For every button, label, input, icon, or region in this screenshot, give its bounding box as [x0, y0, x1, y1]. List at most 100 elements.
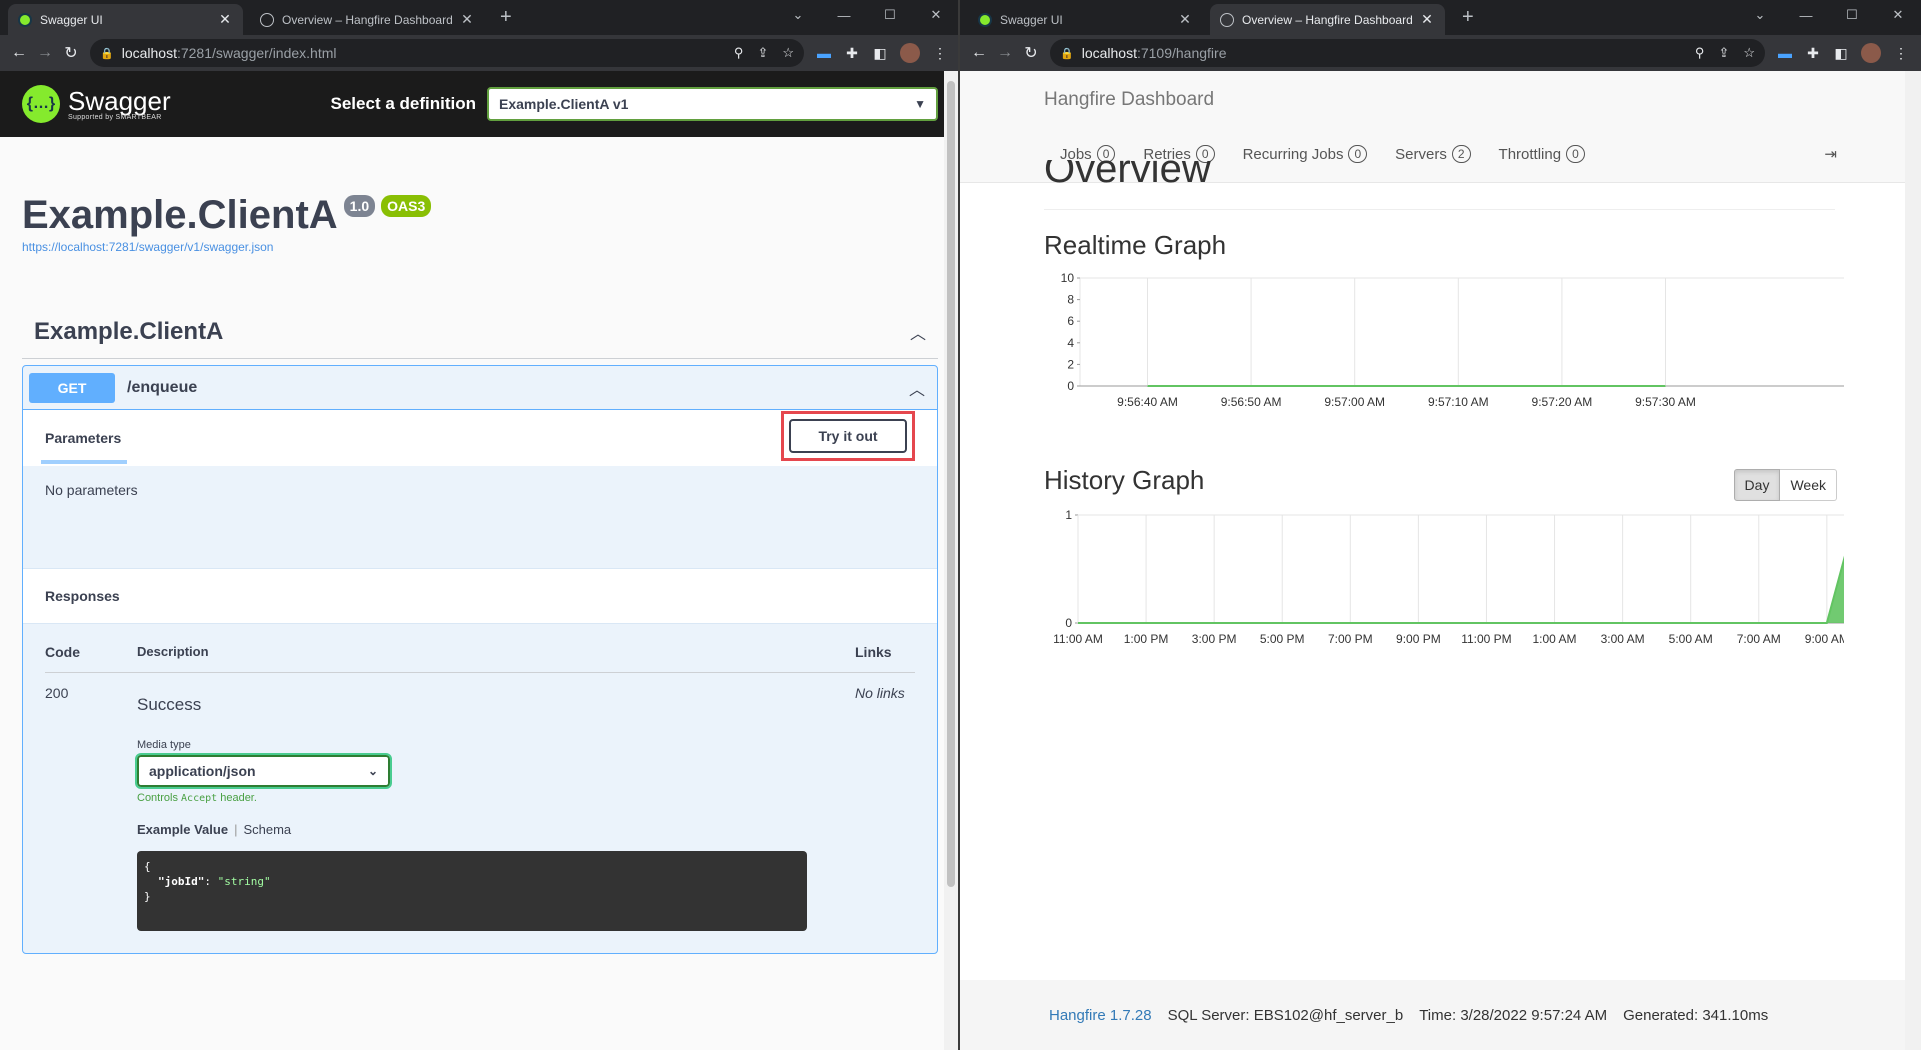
close-window-icon[interactable]: ✕	[1875, 0, 1921, 30]
sidepanel-icon[interactable]: ◧	[1827, 45, 1855, 62]
definition-select[interactable]: Example.ClientA v1 ▼	[487, 87, 938, 121]
forward-icon[interactable]: →	[32, 44, 58, 62]
day-button[interactable]: Day	[1733, 469, 1781, 501]
tab-schema[interactable]: Schema	[243, 822, 291, 837]
extension-icon[interactable]: ▬	[810, 45, 838, 61]
scrollbar[interactable]	[1905, 71, 1921, 1050]
tab-example-value[interactable]: Example Value	[137, 822, 228, 837]
chevron-up-icon[interactable]: ︿	[910, 320, 926, 344]
swagger-logo-icon[interactable]: {…}	[22, 85, 60, 123]
series-area	[1078, 559, 1844, 623]
sidepanel-icon[interactable]: ◧	[866, 45, 894, 62]
nav-servers[interactable]: Servers 2	[1395, 145, 1471, 163]
chevron-up-icon[interactable]: ︿	[909, 376, 925, 400]
logout-icon[interactable]: ⇥	[1824, 145, 1837, 163]
chevron-down-icon[interactable]: ⌄	[1737, 0, 1783, 30]
oas-badge: OAS3	[381, 195, 432, 217]
close-tab-icon[interactable]: ✕	[1419, 11, 1435, 28]
swagger-topbar: {…} Swagger Supported by SMARTBEAR Selec…	[0, 71, 960, 137]
x-tick-label: 5:00 AM	[1669, 632, 1713, 646]
x-tick-label: 1:00 AM	[1533, 632, 1577, 646]
version-badge: 1.0	[343, 195, 376, 217]
no-parameters-text: No parameters	[45, 482, 138, 498]
puzzle-icon[interactable]: ✚	[838, 45, 866, 62]
menu-kebab-icon[interactable]: ⋮	[926, 45, 954, 62]
share-icon[interactable]: ⇪	[1718, 45, 1729, 61]
address-bar[interactable]: 🔒 localhost :7281/swagger/index.html ⚲ ⇪…	[90, 39, 804, 67]
method-badge: GET	[29, 372, 115, 403]
right-browser-window: Swagger UI ✕ Overview – Hangfire Dashboa…	[960, 0, 1921, 1050]
count-badge: 2	[1451, 145, 1471, 163]
spec-json-link[interactable]: https://localhost:7281/swagger/v1/swagge…	[22, 240, 938, 254]
swagger-favicon-icon	[18, 12, 32, 27]
code-line: "jobId": "string"	[144, 874, 800, 889]
code-colon: :	[204, 875, 218, 888]
menu-kebab-icon[interactable]: ⋮	[1887, 45, 1915, 62]
tab-title: Swagger UI	[40, 12, 103, 27]
y-tick-label: 10	[1061, 271, 1075, 285]
close-tab-icon[interactable]: ✕	[217, 11, 233, 28]
x-tick-label: 9:57:00 AM	[1324, 395, 1385, 409]
y-tick-label: 4	[1067, 336, 1074, 350]
hangfire-brand[interactable]: Hangfire Dashboard	[1044, 89, 1214, 111]
tag-section-header[interactable]: Example.ClientA ︿	[22, 318, 938, 359]
window-controls: ⌄ — ☐ ✕	[1737, 0, 1921, 30]
operation-summary[interactable]: GET /enqueue ︿	[23, 366, 937, 410]
tab-parameters[interactable]: Parameters	[40, 430, 128, 464]
tab-title: Swagger UI	[1000, 12, 1063, 27]
tab-hangfire[interactable]: Overview – Hangfire Dashboard ✕	[1210, 4, 1445, 35]
avatar[interactable]	[1861, 43, 1881, 63]
zoom-icon[interactable]: ⚲	[734, 45, 744, 61]
tab-swagger-ui[interactable]: Swagger UI ✕	[8, 4, 243, 35]
nav-throttling[interactable]: Throttling 0	[1499, 145, 1585, 163]
close-window-icon[interactable]: ✕	[913, 0, 959, 30]
example-tabs: Example Value | Schema	[137, 822, 292, 837]
swagger-favicon-icon	[978, 12, 992, 27]
media-type-select[interactable]: application/json ⌄	[135, 753, 392, 789]
week-button[interactable]: Week	[1780, 469, 1837, 501]
share-icon[interactable]: ⇪	[757, 45, 768, 61]
bookmark-star-icon[interactable]: ☆	[1743, 45, 1755, 61]
window-controls: ⌄ — ☐ ✕	[775, 0, 959, 30]
new-tab-icon[interactable]: +	[500, 6, 512, 29]
extension-icon[interactable]: ▬	[1771, 45, 1799, 61]
nav-recurring-jobs[interactable]: Recurring Jobs 0	[1243, 145, 1368, 163]
zoom-icon[interactable]: ⚲	[1695, 45, 1705, 61]
bookmark-star-icon[interactable]: ☆	[782, 45, 794, 61]
generated-time: Generated: 341.10ms	[1623, 1006, 1769, 1024]
minimize-icon[interactable]: —	[1783, 0, 1829, 30]
address-bar[interactable]: 🔒 localhost :7109/hangfire ⚲ ⇪ ☆	[1050, 39, 1765, 67]
forward-icon[interactable]: →	[992, 44, 1018, 62]
tab-title: Overview – Hangfire Dashboard	[1242, 12, 1413, 27]
version-link[interactable]: Hangfire 1.7.28	[1049, 1007, 1152, 1024]
api-title-row: Example.ClientA 1.0 OAS3	[22, 193, 938, 238]
chevron-down-icon[interactable]: ⌄	[775, 0, 821, 30]
response-description: Success Media type application/json ⌄ Co…	[135, 685, 855, 931]
code-line: }	[144, 890, 151, 903]
brand-name: Swagger	[68, 85, 171, 116]
reload-icon[interactable]: ↻	[58, 43, 84, 63]
responses-table: Code Description Links 200 Success Media…	[23, 624, 937, 953]
operation-path: /enqueue	[127, 378, 198, 396]
scrollbar-thumb[interactable]	[947, 81, 955, 887]
controls-suffix: header.	[220, 792, 257, 804]
try-it-out-button[interactable]: Try it out	[789, 419, 907, 453]
responses-title: Responses	[23, 568, 937, 624]
tab-swagger-ui[interactable]: Swagger UI ✕	[968, 4, 1203, 35]
close-tab-icon[interactable]: ✕	[1177, 11, 1193, 28]
puzzle-icon[interactable]: ✚	[1799, 45, 1827, 62]
reload-icon[interactable]: ↻	[1018, 43, 1044, 63]
minimize-icon[interactable]: —	[821, 0, 867, 30]
back-icon[interactable]: ←	[966, 44, 992, 62]
x-tick-label: 9:56:50 AM	[1221, 395, 1282, 409]
maximize-icon[interactable]: ☐	[1829, 0, 1875, 30]
back-icon[interactable]: ←	[6, 44, 32, 62]
tab-hangfire[interactable]: Overview – Hangfire Dashboard ✕	[250, 4, 485, 35]
x-tick-label: 5:00 PM	[1260, 632, 1305, 646]
maximize-icon[interactable]: ☐	[867, 0, 913, 30]
y-tick-label: 6	[1067, 314, 1074, 328]
new-tab-icon[interactable]: +	[1462, 6, 1474, 29]
close-tab-icon[interactable]: ✕	[459, 11, 475, 28]
avatar[interactable]	[900, 43, 920, 63]
scrollbar[interactable]	[944, 71, 958, 1050]
